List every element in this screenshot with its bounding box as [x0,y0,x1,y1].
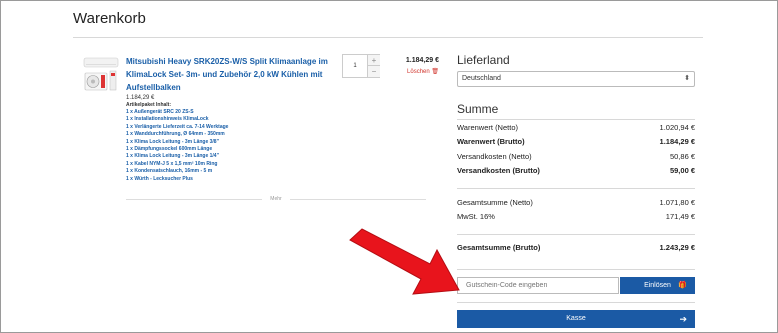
product-name-link[interactable]: Mitsubishi Heavy SRK20ZS-W/S Split Klima… [126,55,338,94]
delete-link[interactable]: Löschen 🗑 [385,68,439,75]
arrow-right-icon[interactable]: ➔ [679,310,687,328]
kit-title: Artikelpaket Inhalt: [126,102,172,108]
summary-row-net-goods: Warenwert (Netto) 1.020,94 € [457,123,695,133]
kit-item[interactable]: 1 x Klima Lock Leitung - 3m Länge 3/8" [126,139,228,146]
summary-value: 171,49 € [665,212,695,221]
checkout-label[interactable]: Kasse [566,315,585,322]
kit-item[interactable]: 1 x Dämpfungssockel 600mm Länge [126,146,228,153]
summary-value: 1.071,80 € [659,198,695,207]
summary-label: Versandkosten (Brutto) [457,166,540,175]
summary-label: Warenwert (Brutto) [457,137,525,146]
summary-divider [457,119,695,120]
summary-divider [457,188,695,189]
more-label[interactable]: Mehr [267,194,285,204]
summary-value: 1.243,29 € [659,243,695,252]
kit-item[interactable]: 1 x Installationshinweis KlimaLock [126,116,228,123]
voucher-code-input[interactable] [457,277,619,294]
summary-row-gross-total: Gesamtsumme (Brutto) 1.243,29 € [457,243,695,253]
summary-value: 59,00 € [669,166,695,175]
summary-value: 1.020,94 € [659,123,695,132]
more-divider-right [290,199,426,200]
page-title: Warenkorb [73,10,146,27]
kit-item[interactable]: 1 x Würth - Lecksucher Plus [126,176,228,183]
kit-item[interactable]: 1 x Verlängerte Lieferzeit ca. 7-14 Werk… [126,124,228,131]
summary-row-gross-goods: Warenwert (Brutto) 1.184,29 € [457,137,695,147]
redeem-label[interactable]: Einlösen [644,282,671,289]
delete-label[interactable]: Löschen [407,69,430,75]
product-unit-price: 1.184,29 € [126,95,155,101]
summary-title: Summe [457,102,499,116]
summary-label: Gesamtsumme (Brutto) [457,243,541,252]
summary-label: Warenwert (Netto) [457,123,518,132]
country-select-value[interactable]: Deutschland [462,75,501,82]
summary-row-net-total: Gesamtsumme (Netto) 1.071,80 € [457,198,695,208]
title-divider [73,37,703,38]
kit-item[interactable]: 1 x Außengerät SRC 20 ZS-S [126,109,228,116]
quantity-stepper[interactable]: 1 + − [342,54,380,78]
summary-label: Gesamtsumme (Netto) [457,198,533,207]
more-toggle[interactable]: Mehr [126,194,426,204]
redeem-voucher-button[interactable]: Einlösen 🎁 [620,277,695,294]
quantity-input[interactable]: 1 [343,55,367,77]
kit-item-list: 1 x Außengerät SRC 20 ZS-S 1 x Installati… [126,109,228,183]
summary-divider [457,234,695,235]
kit-item[interactable]: 1 x Kondensatschlauch, 16mm - 5 m [126,168,228,175]
summary-value: 50,86 € [669,152,695,161]
trash-icon[interactable]: 🗑 [431,69,439,75]
summary-row-net-shipping: Versandkosten (Netto) 50,86 € [457,152,695,162]
product-image[interactable] [82,55,120,93]
line-total-price: 1.184,29 € [405,57,439,64]
summary-row-vat: MwSt. 16% 171,49 € [457,212,695,222]
summary-row-gross-shipping: Versandkosten (Brutto) 59,00 € [457,166,695,176]
chevron-updown-icon[interactable]: ⬍ [684,72,690,86]
quantity-decrease-button[interactable]: − [367,66,380,77]
kit-item[interactable]: 1 x Klima Lock Leitung - 3m Länge 1/4" [126,153,228,160]
gift-icon[interactable]: 🎁 [678,277,687,294]
checkout-button[interactable]: Kasse ➔ [457,310,695,328]
kit-item[interactable]: 1 x Wanddurchführung, Ø 64mm - 350mm [126,131,228,138]
country-select[interactable]: Deutschland ⬍ [457,71,695,87]
quantity-increase-button[interactable]: + [367,55,380,66]
summary-value: 1.184,29 € [659,137,695,146]
delivery-title: Lieferland [457,53,510,67]
kit-item[interactable]: 1 x Kabel NYM-J 5 x 1,5 mm² 10m Ring [126,161,228,168]
summary-label: MwSt. 16% [457,212,495,221]
summary-divider [457,269,695,270]
more-divider-left [126,199,262,200]
voucher-divider [457,302,695,303]
summary-label: Versandkosten (Netto) [457,152,532,161]
